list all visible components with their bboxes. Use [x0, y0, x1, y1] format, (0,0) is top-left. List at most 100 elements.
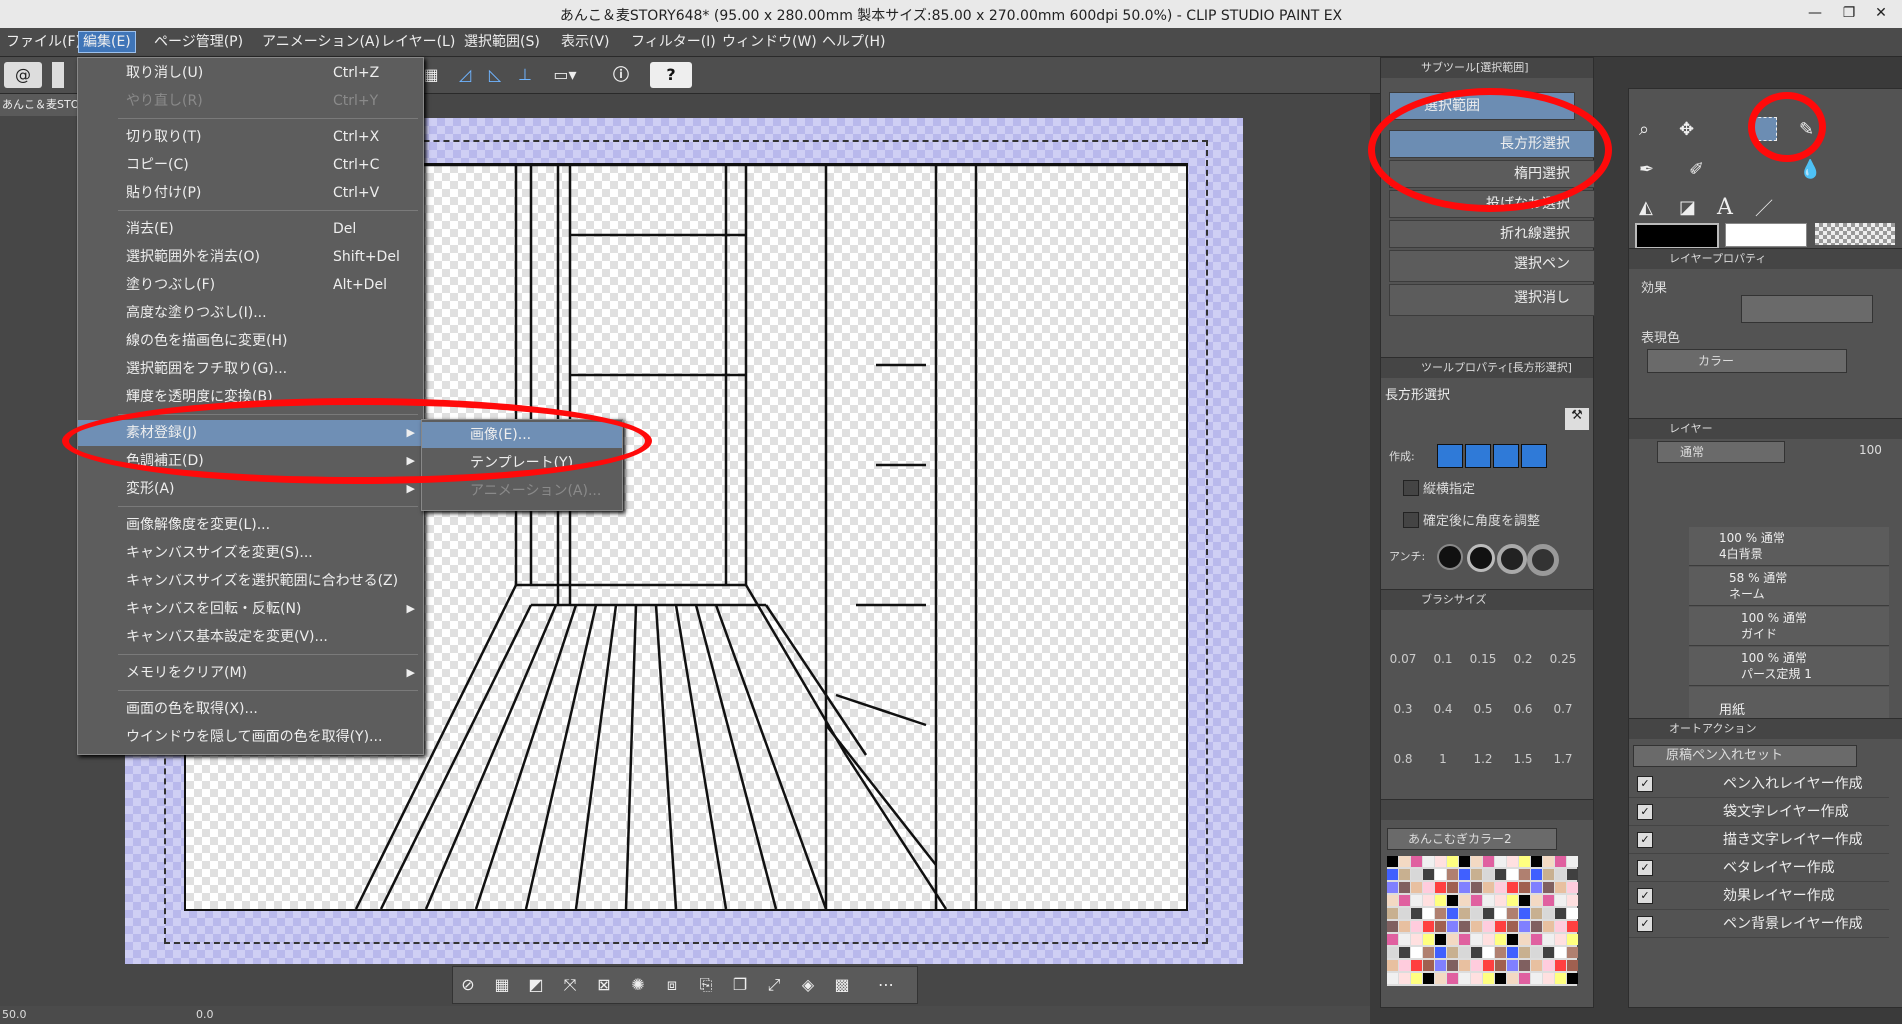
blend-mode-dropdown[interactable]: 通常 [1657, 441, 1785, 463]
color-swatch[interactable] [1435, 921, 1446, 932]
color-swatch[interactable] [1387, 973, 1398, 984]
menu-item-clear-memory[interactable]: メモリをクリア(M) ▶ [78, 660, 423, 686]
fill-icon[interactable]: ◈ [795, 973, 821, 997]
opacity-value[interactable]: 100 [1859, 443, 1882, 457]
aspect-checkbox[interactable] [1403, 480, 1419, 496]
color-swatch[interactable] [1531, 869, 1542, 880]
color-swatch[interactable] [1399, 960, 1410, 971]
brush-size-2[interactable]: 0.15 [1463, 652, 1503, 692]
color-swatch[interactable] [1423, 869, 1434, 880]
mode-new-icon[interactable] [1437, 444, 1463, 468]
color-swatch[interactable] [1471, 869, 1482, 880]
antialias-medium-icon[interactable] [1497, 544, 1527, 574]
transparent-swatch[interactable] [1815, 223, 1895, 245]
color-swatch[interactable] [1507, 895, 1518, 906]
color-swatch[interactable] [1423, 947, 1434, 958]
color-swatch[interactable] [1519, 856, 1530, 867]
menu-item-copy[interactable]: コピー(C) Ctrl+C [78, 152, 423, 178]
auto-action-row-5[interactable]: ✓ ペン背景レイヤー作成 [1629, 911, 1889, 938]
menu-item-undo[interactable]: 取り消し(U) Ctrl+Z [78, 60, 423, 86]
color-swatch[interactable] [1435, 947, 1446, 958]
color-swatch[interactable] [1471, 856, 1482, 867]
color-swatch[interactable] [1555, 921, 1566, 932]
color-swatch[interactable] [1447, 947, 1458, 958]
color-swatch[interactable] [1567, 960, 1578, 971]
minimize-button[interactable]: — [1800, 2, 1830, 24]
color-swatch[interactable] [1507, 934, 1518, 945]
swirl-icon[interactable]: @ [4, 62, 42, 88]
color-swatch[interactable] [1483, 947, 1494, 958]
brush-size-14[interactable]: 1.7 [1543, 752, 1583, 792]
color-swatch[interactable] [1483, 882, 1494, 893]
close-button[interactable]: ✕ [1866, 2, 1896, 24]
menu-layer[interactable]: レイヤー(L) [377, 32, 459, 52]
color-swatch[interactable] [1531, 921, 1542, 932]
color-swatch[interactable] [1423, 973, 1434, 984]
document-tab[interactable]: あんこ＆麦STO [0, 94, 87, 116]
color-swatch[interactable] [1495, 869, 1506, 880]
color-swatch[interactable] [1519, 973, 1530, 984]
color-swatch[interactable] [1459, 921, 1470, 932]
color-swatch[interactable] [1519, 960, 1530, 971]
color-swatch[interactable] [1399, 856, 1410, 867]
color-swatch[interactable] [1507, 908, 1518, 919]
main-color-swatch[interactable] [1635, 223, 1719, 249]
figure-tool-icon[interactable]: ／ [1755, 195, 1773, 221]
color-swatch[interactable] [1435, 895, 1446, 906]
color-swatch[interactable] [1435, 973, 1446, 984]
brush-size-3[interactable]: 0.2 [1503, 652, 1543, 692]
color-swatch[interactable] [1411, 882, 1422, 893]
layer-row-white-bg[interactable]: 100 % 通常 4白背景 [1689, 527, 1889, 566]
color-swatch[interactable] [1555, 856, 1566, 867]
effect-buttons[interactable] [1741, 295, 1873, 323]
color-swatch[interactable] [1387, 908, 1398, 919]
color-swatch[interactable] [1411, 921, 1422, 932]
move-tool-icon[interactable]: ✥ [1679, 119, 1694, 140]
color-swatch[interactable] [1459, 908, 1470, 919]
layer-row-perspective[interactable]: 100 % 通常 パース定規 1 [1689, 647, 1889, 686]
color-swatch[interactable] [1507, 960, 1518, 971]
color-swatch[interactable] [1519, 882, 1530, 893]
color-swatch[interactable] [1423, 934, 1434, 945]
menu-edit[interactable]: 編集(E) [78, 31, 136, 53]
color-swatch[interactable] [1459, 934, 1470, 945]
brush-size-7[interactable]: 0.5 [1463, 702, 1503, 742]
color-swatch[interactable] [1387, 882, 1398, 893]
color-swatch[interactable] [1411, 960, 1422, 971]
color-swatch[interactable] [1471, 947, 1482, 958]
color-swatch[interactable] [1447, 934, 1458, 945]
color-swatch[interactable] [1543, 947, 1554, 958]
color-swatch[interactable] [1411, 856, 1422, 867]
checker-icon[interactable]: ▩ [829, 973, 855, 997]
menu-item-clear[interactable]: 消去(E) Del [78, 216, 423, 242]
color-swatch[interactable] [1411, 947, 1422, 958]
color-swatch[interactable] [1411, 908, 1422, 919]
color-swatch[interactable] [1495, 947, 1506, 958]
color-swatch[interactable] [1555, 908, 1566, 919]
menu-help[interactable]: ヘルプ(H) [818, 32, 889, 52]
color-swatch[interactable] [1435, 882, 1446, 893]
color-swatch[interactable] [1447, 908, 1458, 919]
color-swatch[interactable] [1447, 882, 1458, 893]
color-swatch[interactable] [1399, 921, 1410, 932]
color-swatch[interactable] [1567, 934, 1578, 945]
color-swatch[interactable] [1543, 895, 1554, 906]
color-swatch[interactable] [1555, 882, 1566, 893]
maximize-button[interactable]: ❐ [1834, 2, 1864, 24]
color-swatch[interactable] [1519, 908, 1530, 919]
color-swatch[interactable] [1567, 973, 1578, 984]
color-swatch[interactable] [1543, 882, 1554, 893]
deselect-icon[interactable]: ⊘ [455, 973, 481, 997]
color-swatch[interactable] [1423, 960, 1434, 971]
antialias-none-icon[interactable] [1437, 544, 1463, 570]
color-swatch[interactable] [1495, 908, 1506, 919]
brush-size-11[interactable]: 1 [1423, 752, 1463, 792]
color-swatch[interactable] [1483, 895, 1494, 906]
color-swatch[interactable] [1459, 947, 1470, 958]
layer-row-paper[interactable]: 用紙 [1689, 687, 1889, 720]
brush-size-12[interactable]: 1.2 [1463, 752, 1503, 792]
brush-size-8[interactable]: 0.6 [1503, 702, 1543, 742]
color-swatch[interactable] [1495, 921, 1506, 932]
color-swatch[interactable] [1543, 869, 1554, 880]
pen-icon[interactable]: ✒ [1639, 159, 1654, 180]
